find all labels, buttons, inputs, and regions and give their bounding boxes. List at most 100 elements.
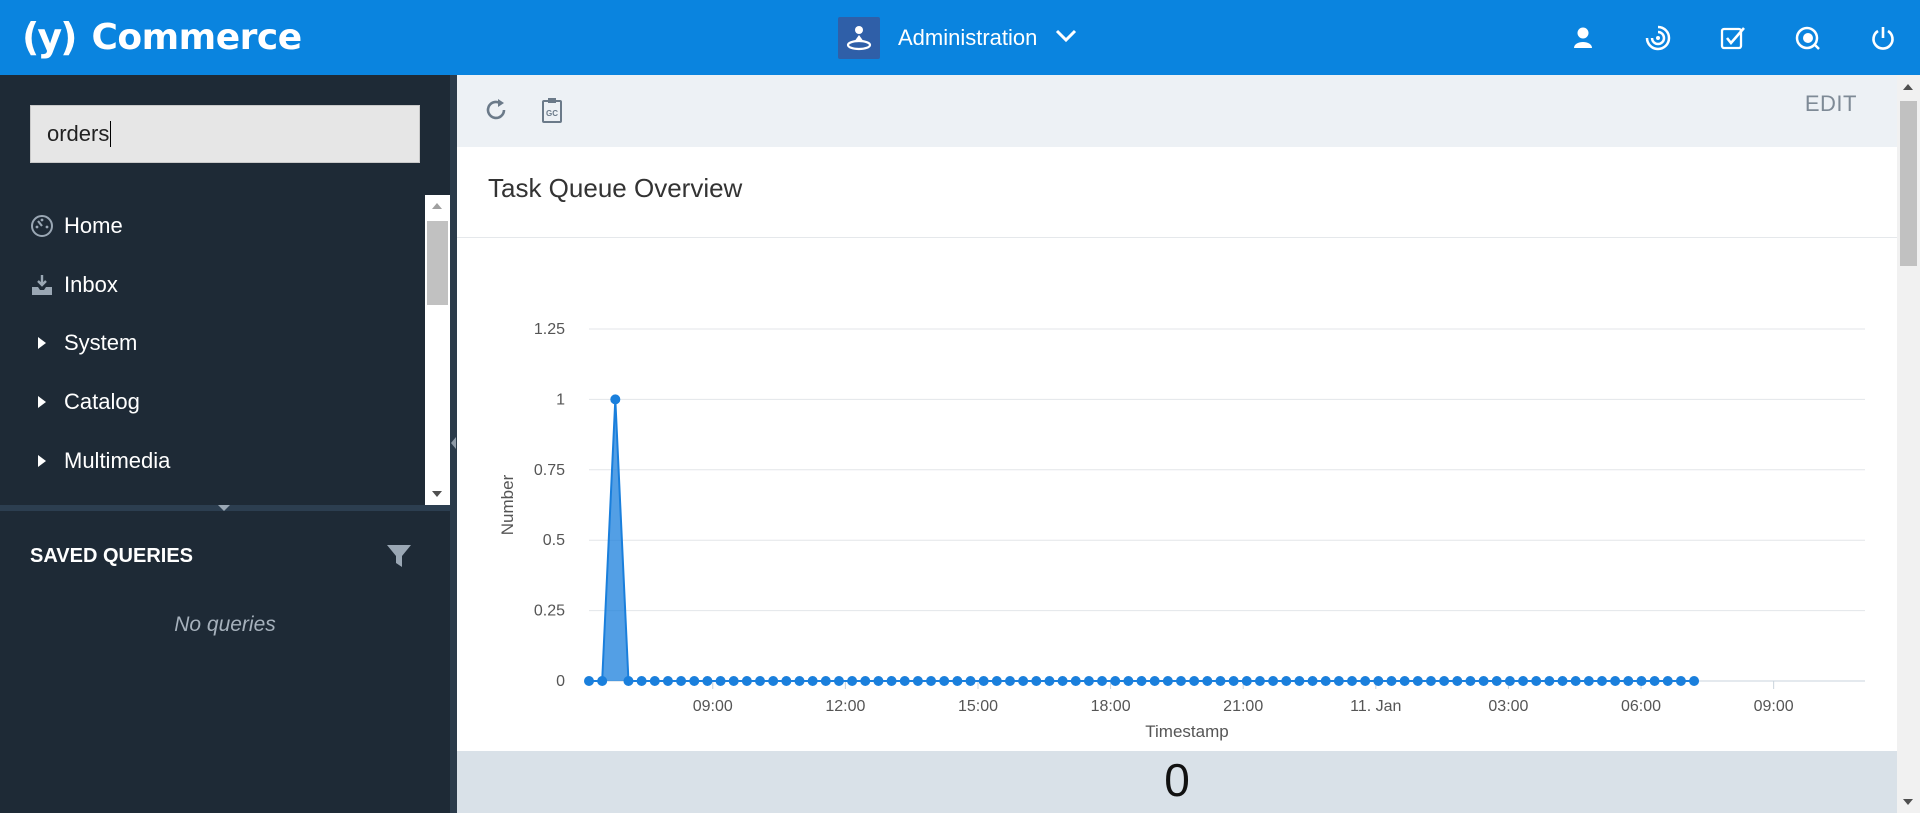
data-point — [833, 676, 844, 686]
data-point — [899, 676, 910, 686]
data-point — [1202, 676, 1213, 686]
data-point — [847, 676, 858, 686]
x-tick-label: 11. Jan — [1350, 698, 1401, 715]
sync-icon[interactable] — [1620, 0, 1695, 75]
saved-queries-title: SAVED QUERIES — [30, 545, 193, 567]
scrollbar-thumb[interactable] — [1900, 101, 1917, 266]
x-tick-label: 12:00 — [825, 698, 865, 715]
data-point — [926, 676, 937, 686]
global-search-icon[interactable] — [1770, 0, 1845, 75]
perspective-selector[interactable]: Administration — [838, 16, 1077, 60]
refresh-icon[interactable] — [481, 95, 511, 125]
data-point — [1636, 676, 1647, 686]
chart-svg: 0 0.25 0.5 0.75 1 1.25 09:00 12:00 15:00 18:00 21:… — [498, 321, 1865, 741]
data-point — [1031, 676, 1042, 686]
data-point — [1294, 676, 1305, 686]
scroll-up-icon[interactable] — [1903, 84, 1913, 90]
user-icon[interactable] — [1545, 0, 1620, 75]
widget-title: Task Queue Overview — [488, 173, 743, 203]
x-tick-label: 15:00 — [958, 698, 998, 715]
data-point — [1583, 676, 1594, 686]
data-point — [1596, 676, 1607, 686]
top-bar: (y) Commerce Administration — [0, 0, 1920, 75]
data-point — [1425, 676, 1436, 686]
data-point — [912, 676, 923, 686]
app-name: Commerce — [91, 16, 303, 58]
data-point — [1110, 676, 1121, 686]
sidebar-item-label: Inbox — [64, 272, 118, 297]
app-logo[interactable]: (y) Commerce — [22, 12, 302, 62]
data-point — [1478, 676, 1489, 686]
header-actions — [1545, 0, 1920, 75]
data-point — [1623, 676, 1634, 686]
stat-tile: 0 — [457, 754, 1897, 813]
data-point — [623, 676, 634, 686]
data-point — [886, 676, 897, 686]
data-point — [584, 676, 594, 686]
data-point — [1097, 676, 1108, 686]
data-point — [820, 676, 831, 686]
search-input[interactable]: orders — [30, 105, 420, 163]
data-point — [1386, 676, 1397, 686]
data-point — [794, 676, 805, 686]
data-point — [1675, 676, 1686, 686]
sidebar-collapse-handle[interactable] — [450, 75, 457, 813]
data-point — [1347, 676, 1358, 686]
data-point — [1149, 676, 1160, 686]
scrollbar-thumb[interactable] — [427, 221, 448, 305]
administration-perspective-icon — [838, 17, 880, 59]
page-scrollbar[interactable] — [1897, 75, 1920, 813]
panel-divider[interactable] — [0, 505, 450, 511]
data-point — [1018, 676, 1029, 686]
data-point — [965, 676, 976, 686]
scroll-down-icon[interactable] — [432, 491, 442, 497]
data-point — [1491, 676, 1502, 686]
saved-queries-empty: No queries — [174, 613, 276, 636]
scroll-down-icon[interactable] — [1903, 799, 1913, 805]
data-point — [1044, 676, 1055, 686]
edit-button[interactable]: EDIT — [1805, 91, 1857, 117]
data-point — [1570, 676, 1581, 686]
tasks-checkbox-icon[interactable] — [1695, 0, 1770, 75]
sidebar-item-label: Catalog — [64, 389, 140, 414]
data-point — [676, 676, 687, 686]
data-point — [1083, 676, 1094, 686]
data-point — [1136, 676, 1147, 686]
y-tick-label: 0 — [556, 673, 565, 690]
data-point — [728, 676, 739, 686]
scroll-up-icon[interactable] — [432, 203, 442, 209]
data-point — [1360, 676, 1371, 686]
y-tick-label: 1 — [556, 391, 565, 408]
sidebar-item-home[interactable]: Home — [30, 206, 123, 246]
navigation-scrollbar[interactable] — [425, 195, 450, 505]
data-point — [1320, 676, 1331, 686]
data-point — [1307, 676, 1318, 686]
collapse-left-icon[interactable] — [451, 437, 456, 449]
filter-icon[interactable] — [386, 543, 412, 574]
sidebar: orders Home Inbox System Catalog Multime… — [0, 75, 457, 813]
caret-right-icon — [30, 455, 64, 467]
x-tick-label: 18:00 — [1091, 698, 1131, 715]
data-point — [741, 676, 752, 686]
data-point — [715, 676, 726, 686]
sidebar-item-inbox[interactable]: Inbox — [30, 265, 118, 305]
data-point — [1162, 676, 1173, 686]
data-point — [597, 676, 608, 686]
data-point — [1689, 676, 1700, 686]
collapse-down-icon[interactable] — [218, 505, 230, 511]
data-point — [649, 676, 660, 686]
y-axis-title: Number — [498, 474, 517, 535]
data-point — [610, 394, 621, 405]
sidebar-item-catalog[interactable]: Catalog — [30, 382, 140, 422]
data-point — [939, 676, 950, 686]
sidebar-item-multimedia[interactable]: Multimedia — [30, 441, 170, 481]
data-point — [1215, 676, 1226, 686]
x-tick-label: 09:00 — [693, 698, 733, 715]
data-point — [1504, 676, 1515, 686]
power-icon[interactable] — [1845, 0, 1920, 75]
data-point — [1241, 676, 1252, 686]
data-point — [860, 676, 871, 686]
garbage-collect-icon[interactable]: GC — [537, 95, 567, 125]
data-point — [1465, 676, 1476, 686]
sidebar-item-system[interactable]: System — [30, 323, 137, 363]
